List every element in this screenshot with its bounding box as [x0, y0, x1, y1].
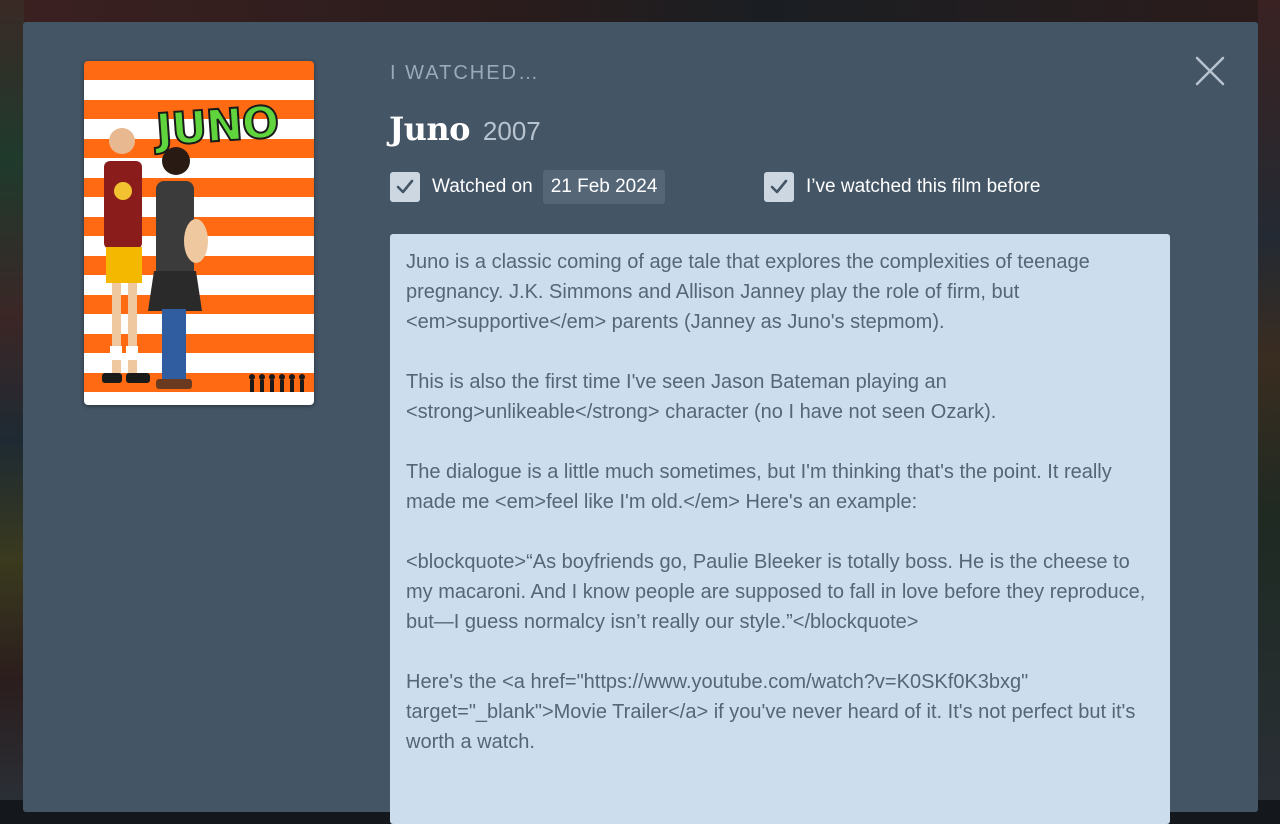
- dialog-eyebrow: I watched…: [390, 62, 540, 84]
- film-year[interactable]: 2007: [483, 116, 541, 146]
- checkmark-icon: [770, 179, 788, 194]
- checkmark-icon: [396, 179, 414, 194]
- backdrop-right-strip: [1258, 0, 1280, 800]
- rewatch-row: I’ve watched this film before: [764, 170, 1040, 204]
- poster-title-logo: JUNO: [153, 96, 281, 157]
- close-button[interactable]: [1193, 54, 1227, 88]
- backdrop-left-strip: [0, 0, 24, 800]
- film-title[interactable]: Juno: [389, 110, 471, 148]
- watched-on-row: Watched on 21 Feb 2024: [390, 170, 666, 204]
- log-film-dialog: JUNO I watched… Juno 2007 Watched on 21 …: [23, 22, 1258, 824]
- watched-date-picker[interactable]: 21 Feb 2024: [542, 170, 666, 204]
- watched-on-checkbox[interactable]: [390, 172, 420, 202]
- film-heading: Juno 2007: [389, 110, 541, 148]
- watched-on-label: Watched on: [432, 176, 533, 197]
- rewatch-label: I’ve watched this film before: [806, 176, 1041, 197]
- film-poster: JUNO: [84, 61, 314, 405]
- review-textarea[interactable]: Juno is a classic coming of age tale tha…: [390, 234, 1170, 824]
- rewatch-checkbox[interactable]: [764, 172, 794, 202]
- backdrop-top-strip: [24, 0, 1258, 22]
- close-icon: [1195, 56, 1225, 86]
